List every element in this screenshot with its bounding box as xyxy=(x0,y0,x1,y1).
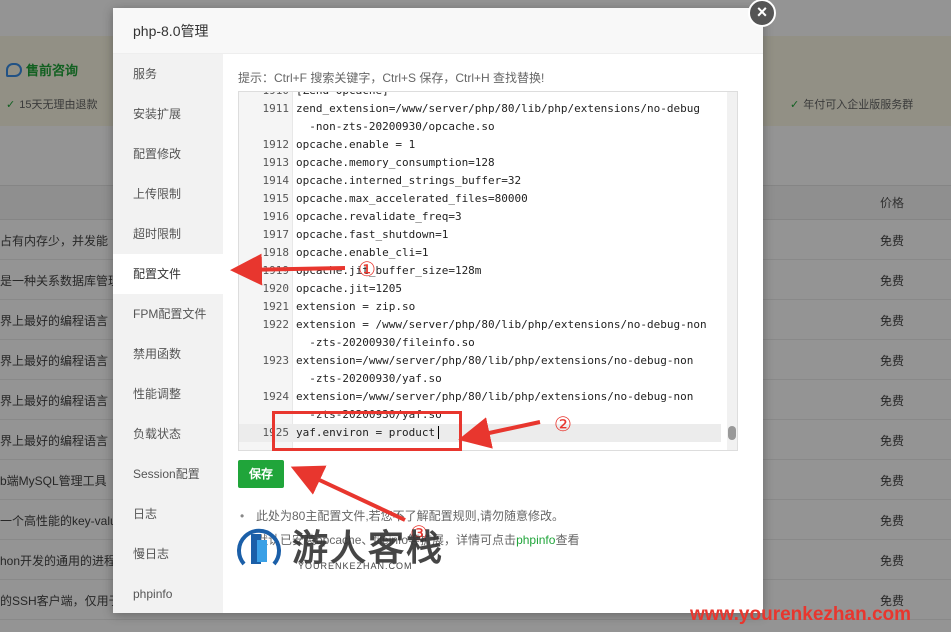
line-number: 1919 xyxy=(262,264,290,277)
step-marker-2: ② xyxy=(554,412,572,436)
sidebar-item[interactable]: 日志 xyxy=(113,494,223,534)
line-number: 1914 xyxy=(262,174,290,187)
watermark-url: www.yourenkezhan.com xyxy=(690,604,912,625)
line-number: 1924 xyxy=(262,390,290,403)
code-line[interactable]: 1916 opcache.revalidate_freq=3 xyxy=(239,208,721,226)
step-marker-1: ① xyxy=(358,257,376,281)
line-number: 1921 xyxy=(262,300,290,313)
line-text: zend_extension=/www/server/php/80/lib/ph… xyxy=(296,102,700,115)
sidebar-item[interactable]: 配置文件 xyxy=(113,254,223,294)
code-line[interactable]: 1924 extension=/www/server/php/80/lib/php… xyxy=(239,388,721,406)
code-line[interactable]: 1910 [Zend Opcache] xyxy=(239,92,721,100)
line-text: [Zend Opcache] xyxy=(296,92,389,100)
code-line[interactable]: 1918 opcache.enable_cli=1 xyxy=(239,244,721,262)
code-line[interactable]: -zts-20200930/fileinfo.so xyxy=(239,334,721,352)
code-line[interactable]: -zts-20200930/yaf.so xyxy=(239,370,721,388)
sidebar-item[interactable]: 配置修改 xyxy=(113,134,223,174)
dialog-title: php-8.0管理 xyxy=(113,8,763,54)
line-text: extension=/www/server/php/80/lib/php/ext… xyxy=(296,354,694,367)
phpinfo-link[interactable]: phpinfo xyxy=(516,533,555,547)
save-button[interactable]: 保存 xyxy=(238,460,284,488)
code-line[interactable]: -non-zts-20200930/opcache.so xyxy=(239,118,721,136)
highlight-box xyxy=(272,411,462,451)
line-text: extension = zip.so xyxy=(296,300,416,313)
sidebar-item[interactable]: 禁用函数 xyxy=(113,334,223,374)
watermark-logo-icon xyxy=(237,528,281,566)
dialog-sidebar: 服务 安装扩展 配置修改 上传限制 超时限制 配置文件 FPM配置文件 禁用函数 性能调整 负载状… xyxy=(113,54,223,613)
line-text: extension = /www/server/php/80/lib/php/e… xyxy=(296,318,707,331)
sidebar-item[interactable]: 负载状态 xyxy=(113,414,223,454)
line-number: 1918 xyxy=(262,246,290,259)
line-text: opcache.enable = 1 xyxy=(296,138,416,151)
line-number: 1920 xyxy=(262,282,290,295)
close-icon[interactable]: × xyxy=(748,0,776,27)
line-text: extension=/www/server/php/80/lib/php/ext… xyxy=(296,390,694,403)
code-line[interactable]: 1921 extension = zip.so xyxy=(239,298,721,316)
scrollbar-thumb[interactable] xyxy=(728,426,736,440)
code-line[interactable]: 1914 opcache.interned_strings_buffer=32 xyxy=(239,172,721,190)
code-line[interactable]: 1912 opcache.enable = 1 xyxy=(239,136,721,154)
line-text: opcache.fast_shutdown=1 xyxy=(296,228,449,241)
line-text: opcache.jit=1205 xyxy=(296,282,402,295)
sidebar-item[interactable]: FPM配置文件 xyxy=(113,294,223,334)
sidebar-item[interactable]: 安装扩展 xyxy=(113,94,223,134)
line-number: 1923 xyxy=(262,354,290,367)
line-text: -zts-20200930/fileinfo.so xyxy=(296,336,475,349)
line-text: opcache.interned_strings_buffer=32 xyxy=(296,174,522,187)
code-line[interactable]: 1923 extension=/www/server/php/80/lib/php… xyxy=(239,352,721,370)
line-text: opcache.revalidate_freq=3 xyxy=(296,210,462,223)
code-line[interactable]: 1919 opcache.jit_buffer_size=128m xyxy=(239,262,721,280)
sidebar-item[interactable]: 性能调整 xyxy=(113,374,223,414)
config-editor[interactable]: 1910 [Zend Opcache] 1911 zend_extension=/ww… xyxy=(238,91,738,451)
line-number: 1922 xyxy=(262,318,290,331)
line-number: 1910 xyxy=(239,92,290,100)
line-number: 1912 xyxy=(262,138,290,151)
line-text: -non-zts-20200930/opcache.so xyxy=(296,120,495,133)
code-line[interactable]: 1911 zend_extension=/www/server/php/80/li… xyxy=(239,100,721,118)
line-text: opcache.max_accelerated_files=80000 xyxy=(296,192,528,205)
sidebar-item[interactable]: Session配置 xyxy=(113,454,223,494)
shortcut-tip: 提示：Ctrl+F 搜索关键字，Ctrl+S 保存，Ctrl+H 查找替换! xyxy=(238,71,545,85)
line-number: 1911 xyxy=(262,102,290,115)
line-text: opcache.memory_consumption=128 xyxy=(296,156,495,169)
line-number: 1913 xyxy=(262,156,290,169)
line-text: opcache.jit_buffer_size=128m xyxy=(296,264,482,277)
code-line[interactable]: 1915 opcache.max_accelerated_files=80000 xyxy=(239,190,721,208)
code-line[interactable]: 1913 opcache.memory_consumption=128 xyxy=(239,154,721,172)
line-number: 1916 xyxy=(262,210,290,223)
sidebar-item[interactable]: 服务 xyxy=(113,54,223,94)
note-text: 查看 xyxy=(555,533,580,547)
sidebar-item[interactable]: 超时限制 xyxy=(113,214,223,254)
sidebar-item[interactable]: phpinfo xyxy=(113,574,223,614)
line-number: 1915 xyxy=(262,192,290,205)
line-number: 1917 xyxy=(262,228,290,241)
editor-scrollbar[interactable] xyxy=(727,92,737,450)
line-text: -zts-20200930/yaf.so xyxy=(296,372,442,385)
sidebar-item[interactable]: 上传限制 xyxy=(113,174,223,214)
code-line[interactable]: 1917 opcache.fast_shutdown=1 xyxy=(239,226,721,244)
code-line[interactable]: 1920 opcache.jit=1205 xyxy=(239,280,721,298)
code-line[interactable]: 1922 extension = /www/server/php/80/lib/p… xyxy=(239,316,721,334)
sidebar-item[interactable]: 慢日志 xyxy=(113,534,223,574)
watermark-subtext: YOURENKEZHAN.COM xyxy=(298,561,413,571)
